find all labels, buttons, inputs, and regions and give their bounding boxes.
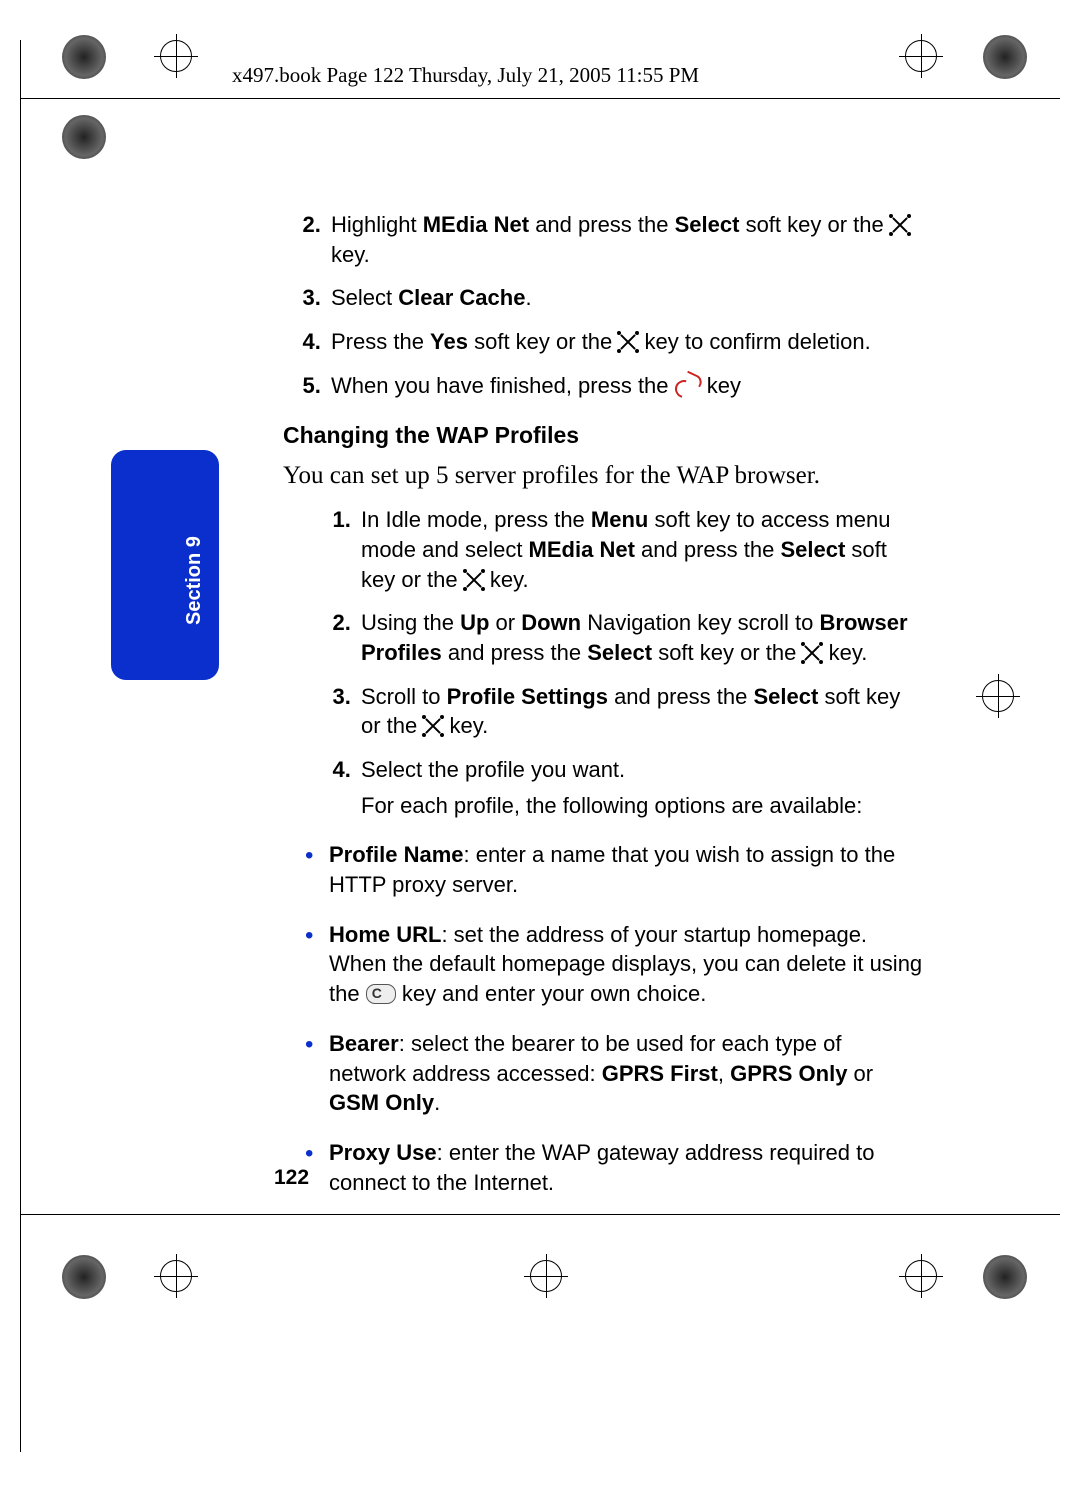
registration-mark-icon bbox=[905, 1260, 937, 1292]
running-header: x497.book Page 122 Thursday, July 21, 20… bbox=[232, 63, 699, 88]
list-item: Select the profile you want. For each pr… bbox=[357, 755, 923, 820]
crop-line-top bbox=[20, 98, 1060, 99]
crop-line-left bbox=[20, 40, 21, 1452]
registration-mark-icon bbox=[160, 40, 192, 72]
list-item: Profile Name: enter a name that you wish… bbox=[305, 840, 923, 899]
ok-key-icon bbox=[423, 716, 443, 736]
crop-dot-icon bbox=[62, 115, 106, 159]
ok-key-icon bbox=[890, 215, 910, 235]
crop-dot-icon bbox=[983, 1255, 1027, 1299]
list-item: Proxy Use: enter the WAP gateway address… bbox=[305, 1138, 923, 1197]
list-item: Home URL: set the address of your startu… bbox=[305, 920, 923, 1009]
crop-dot-icon bbox=[62, 35, 106, 79]
list-item: Bearer: select the bearer to be used for… bbox=[305, 1029, 923, 1118]
ok-key-icon bbox=[464, 570, 484, 590]
ok-key-icon bbox=[618, 332, 638, 352]
list-item: When you have finished, press the key bbox=[327, 371, 923, 401]
clear-key-icon bbox=[366, 984, 396, 1004]
page-content: Highlight MEdia Net and press the Select… bbox=[283, 210, 923, 1217]
registration-mark-icon bbox=[530, 1260, 562, 1292]
crop-dot-icon bbox=[983, 35, 1027, 79]
page-number: 122 bbox=[274, 1166, 309, 1190]
registration-mark-icon bbox=[905, 40, 937, 72]
list-item: Select Clear Cache. bbox=[327, 283, 923, 313]
list-item: In Idle mode, press the Menu soft key to… bbox=[357, 505, 923, 594]
crop-dot-icon bbox=[62, 1255, 106, 1299]
list-item: Highlight MEdia Net and press the Select… bbox=[327, 210, 923, 269]
section-tab: Section 9 bbox=[111, 450, 219, 680]
procedure-list-top: Highlight MEdia Net and press the Select… bbox=[283, 210, 923, 400]
procedure-list-wap: In Idle mode, press the Menu soft key to… bbox=[283, 505, 923, 820]
list-item: Scroll to Profile Settings and press the… bbox=[357, 682, 923, 741]
intro-text: You can set up 5 server profiles for the… bbox=[283, 459, 923, 493]
section-tab-label: Section 9 bbox=[183, 536, 206, 625]
ok-key-icon bbox=[802, 643, 822, 663]
registration-mark-icon bbox=[982, 680, 1014, 712]
registration-mark-icon bbox=[160, 1260, 192, 1292]
end-key-icon bbox=[675, 376, 701, 396]
list-item: Press the Yes soft key or the key to con… bbox=[327, 327, 923, 357]
options-bullet-list: Profile Name: enter a name that you wish… bbox=[283, 840, 923, 1197]
list-item: Using the Up or Down Navigation key scro… bbox=[357, 608, 923, 667]
section-heading: Changing the WAP Profiles bbox=[283, 420, 923, 451]
